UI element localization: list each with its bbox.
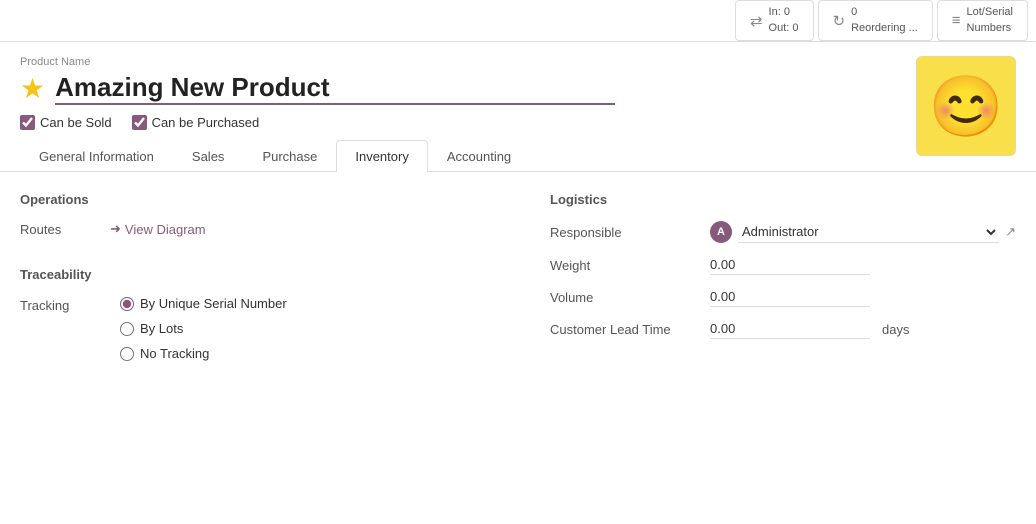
routes-label: Routes [20,222,100,237]
lead-time-unit: days [882,322,909,337]
traceability-section: Traceability Tracking By Unique Serial N… [20,267,510,361]
reordering-label: Reordering ... [851,21,918,36]
weight-input[interactable] [710,255,870,275]
tracking-serial-option[interactable]: By Unique Serial Number [120,296,287,311]
main-content: Operations Routes ➜ View Diagram Traceab… [0,172,1036,381]
logistics-title: Logistics [550,192,1016,207]
lead-time-label: Customer Lead Time [550,322,710,337]
transfers-icon: ⇄ [750,12,763,30]
can-be-purchased-checkbox[interactable]: Can be Purchased [132,115,260,130]
external-link-icon[interactable]: ↗ [1005,224,1016,240]
volume-input[interactable] [710,287,870,307]
responsible-select[interactable]: Administrator [738,221,999,243]
operations-section: Operations Routes ➜ View Diagram [20,192,510,237]
can-be-sold-label: Can be Sold [40,115,112,130]
responsible-row: Responsible A Administrator ↗ [550,221,1016,243]
view-diagram-link[interactable]: ➜ View Diagram [110,221,206,237]
operations-title: Operations [20,192,510,207]
weight-row: Weight [550,255,1016,275]
volume-row: Volume [550,287,1016,307]
tracking-lots-option[interactable]: By Lots [120,321,287,336]
right-panel: Logistics Responsible A Administrator ↗ … [550,192,1016,361]
star-icon[interactable]: ★ [20,75,45,103]
lead-time-input[interactable] [710,319,870,339]
traceability-title: Traceability [20,267,510,282]
checkboxes-row: Can be Sold Can be Purchased [0,115,1036,130]
lead-time-row: Customer Lead Time days [550,319,1016,339]
tracking-radio-group: By Unique Serial Number By Lots No Track… [120,296,287,361]
weight-label: Weight [550,258,710,273]
transfers-in: In: 0 [769,5,799,20]
transfers-out: Out: 0 [769,21,799,36]
tab-accounting[interactable]: Accounting [428,140,530,172]
volume-label: Volume [550,290,710,305]
reordering-value: 0 [851,5,918,20]
product-name-input[interactable] [55,72,615,105]
product-image: 😊 [916,56,1016,156]
transfers-button[interactable]: ⇄ In: 0 Out: 0 [735,0,814,41]
product-header: Product Name ★ 😊 [0,42,1036,105]
tab-general-information[interactable]: General Information [20,140,173,172]
product-name-row: ★ [20,72,1016,105]
routes-row: Routes ➜ View Diagram [20,221,510,237]
reordering-icon: ↻ [833,12,846,30]
can-be-sold-checkbox[interactable]: Can be Sold [20,115,112,130]
lot-serial-icon: ≡ [952,12,961,29]
top-bar: ⇄ In: 0 Out: 0 ↻ 0 Reordering ... ≡ Lot/… [0,0,1036,42]
tracking-none-option[interactable]: No Tracking [120,346,287,361]
tracking-row: Tracking By Unique Serial Number By Lots… [20,296,510,361]
arrow-right-icon: ➜ [110,221,121,237]
lot-serial-button[interactable]: ≡ Lot/Serial Numbers [937,0,1028,41]
tab-purchase[interactable]: Purchase [243,140,336,172]
tabs: General Information Sales Purchase Inven… [0,140,1036,172]
tab-inventory[interactable]: Inventory [336,140,427,172]
can-be-purchased-label: Can be Purchased [152,115,260,130]
responsible-value: A Administrator ↗ [710,221,1016,243]
tab-sales[interactable]: Sales [173,140,244,172]
left-panel: Operations Routes ➜ View Diagram Traceab… [20,192,510,361]
responsible-avatar: A [710,221,732,243]
tracking-label: Tracking [20,298,100,313]
reordering-button[interactable]: ↻ 0 Reordering ... [818,0,933,41]
responsible-label: Responsible [550,225,710,240]
product-name-label: Product Name [20,56,1016,68]
